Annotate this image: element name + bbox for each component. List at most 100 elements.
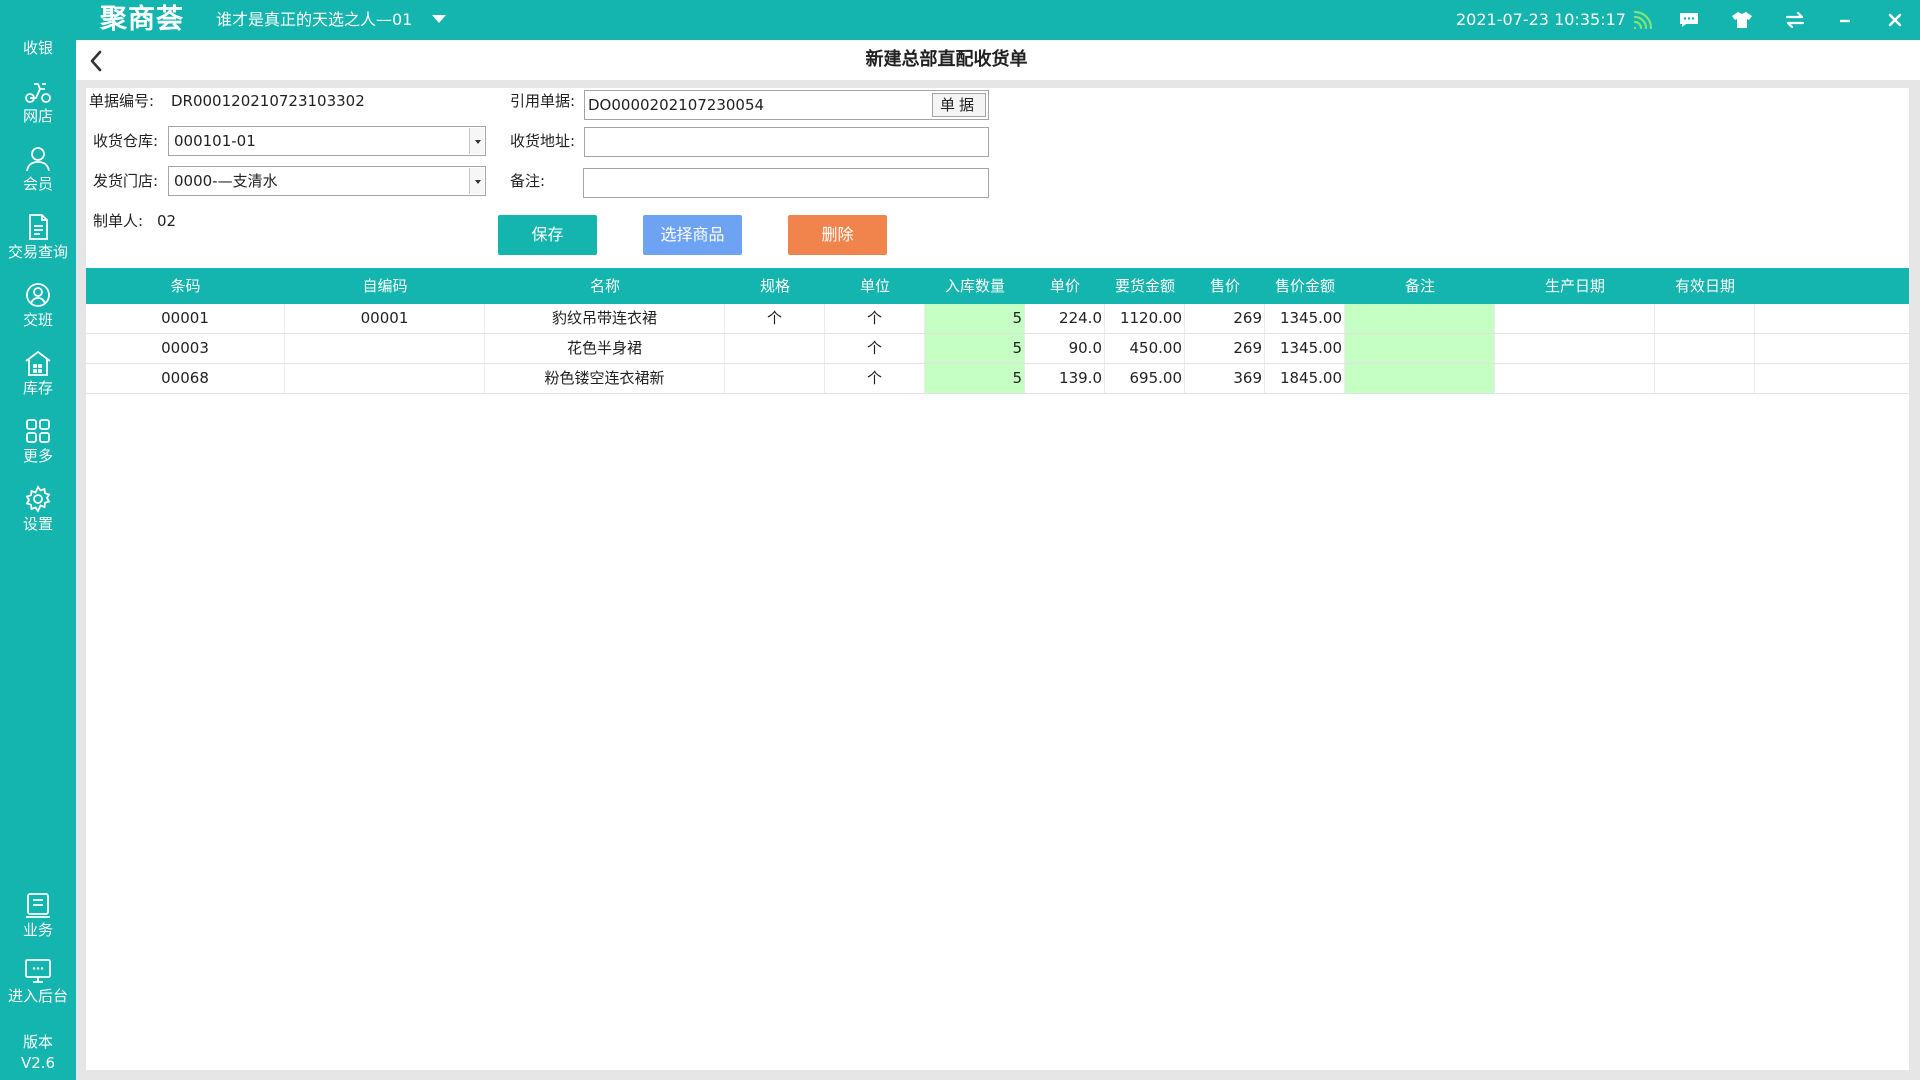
reference-doc-field[interactable]: DO0000202107230054 单据 bbox=[584, 90, 989, 120]
cell-self-code bbox=[285, 364, 485, 393]
ship-store-label: 发货门店: bbox=[93, 172, 159, 190]
minimize-icon[interactable] bbox=[1833, 8, 1857, 32]
table-row[interactable]: 00001 00001 豹纹吊带连衣裙 个 个 5 224.0 1120.00 … bbox=[86, 304, 1909, 334]
sidebar-item-label: 交易查询 bbox=[7, 243, 68, 261]
sidebar-item-label: 更多 bbox=[22, 447, 53, 465]
cell-order-amount: 1120.00 bbox=[1105, 304, 1185, 333]
shirt-icon[interactable] bbox=[1730, 8, 1754, 32]
cell-sale-price: 269 bbox=[1185, 334, 1265, 363]
column-header-quantity: 入库数量 bbox=[944, 277, 1005, 295]
table-header: 条码 自编码 名称 规格 单位 入库数量 单价 要货金额 售价 售价金额 备注 … bbox=[86, 268, 1909, 304]
warehouse-value: 000101-01 bbox=[174, 132, 256, 150]
cell-order-amount: 695.00 bbox=[1105, 364, 1185, 393]
reference-doc-label: 引用单据: bbox=[510, 92, 576, 110]
sidebar-item-business[interactable]: 业务 bbox=[0, 886, 76, 948]
cell-sale-amount: 1845.00 bbox=[1265, 364, 1345, 393]
cell-spec bbox=[725, 334, 825, 363]
sync-icon[interactable] bbox=[1783, 8, 1807, 32]
cell-expiry-date bbox=[1655, 334, 1755, 363]
member-icon bbox=[26, 147, 50, 172]
sidebar-item-online-shop[interactable]: 网店 bbox=[0, 72, 76, 134]
cell-expiry-date bbox=[1655, 364, 1755, 393]
reference-doc-value: DO0000202107230054 bbox=[588, 96, 765, 114]
remark-field[interactable] bbox=[583, 168, 989, 198]
transaction-query-icon bbox=[29, 214, 48, 240]
cell-remark[interactable] bbox=[1345, 334, 1495, 363]
form-panel bbox=[86, 88, 1909, 1070]
sidebar-item-label: 交班 bbox=[22, 311, 53, 329]
column-header-expiry-date: 有效日期 bbox=[1674, 277, 1735, 295]
store-selector-label[interactable]: 谁才是真正的天选之人—01 bbox=[216, 0, 412, 40]
cell-quantity[interactable]: 5 bbox=[925, 304, 1025, 333]
maker-label: 制单人: bbox=[93, 212, 144, 230]
save-button[interactable]: 保存 bbox=[498, 215, 597, 255]
column-header-sale-amount: 售价金额 bbox=[1274, 277, 1335, 295]
column-header-remark: 备注 bbox=[1404, 277, 1435, 295]
page-title: 新建总部直配收货单 bbox=[865, 49, 1028, 70]
column-header-spec: 规格 bbox=[759, 277, 790, 295]
cell-unit: 个 bbox=[825, 304, 925, 333]
chat-icon[interactable] bbox=[1677, 8, 1701, 32]
business-icon bbox=[26, 893, 50, 918]
column-header-unit-price: 单价 bbox=[1049, 277, 1080, 295]
app-logo: 聚商荟 bbox=[100, 4, 184, 35]
sidebar-item-backend[interactable]: 进入后台 bbox=[0, 952, 76, 1014]
cell-production-date bbox=[1495, 334, 1655, 363]
column-header-self-code: 自编码 bbox=[362, 277, 408, 295]
sidebar-item-member[interactable]: 会员 bbox=[0, 140, 76, 202]
column-header-order-amount: 要货金额 bbox=[1114, 277, 1175, 295]
sidebar-item-transaction-query[interactable]: 交易查询 bbox=[0, 208, 76, 270]
version-label: 版本 bbox=[22, 1033, 53, 1051]
cell-sale-amount: 1345.00 bbox=[1265, 304, 1345, 333]
address-label: 收货地址: bbox=[510, 132, 576, 150]
sidebar-item-label: 设置 bbox=[22, 515, 53, 533]
cell-barcode: 00003 bbox=[86, 334, 285, 363]
cell-order-amount: 450.00 bbox=[1105, 334, 1185, 363]
delete-button[interactable]: 删除 bbox=[788, 215, 887, 255]
cell-sale-price: 269 bbox=[1185, 304, 1265, 333]
close-icon[interactable] bbox=[1883, 8, 1907, 32]
column-header-name: 名称 bbox=[589, 277, 620, 295]
column-header-sale-price: 售价 bbox=[1209, 277, 1240, 295]
dropdown-arrow-icon[interactable] bbox=[469, 168, 484, 194]
cell-spec: 个 bbox=[725, 304, 825, 333]
sidebar-item-inventory[interactable]: 库存 bbox=[0, 344, 76, 406]
column-header-barcode: 条码 bbox=[170, 277, 201, 295]
cell-remark[interactable] bbox=[1345, 304, 1495, 333]
cell-production-date bbox=[1495, 364, 1655, 393]
doc-number-value: DR000120210723103302 bbox=[171, 92, 365, 110]
reference-doc-button[interactable]: 单据 bbox=[932, 93, 986, 117]
cell-unit-price: 90.0 bbox=[1025, 334, 1105, 363]
ship-store-value: 0000-—支清水 bbox=[174, 172, 278, 190]
cell-remark[interactable] bbox=[1345, 364, 1495, 393]
table-row[interactable]: 00003 花色半身裙 个 5 90.0 450.00 269 1345.00 bbox=[86, 334, 1909, 364]
sidebar-item-more[interactable]: 更多 bbox=[0, 412, 76, 474]
version-info: 版本 V2.6 bbox=[0, 1032, 76, 1074]
online-shop-icon bbox=[25, 83, 51, 103]
shift-handover-icon bbox=[26, 283, 50, 307]
settings-icon bbox=[25, 485, 51, 513]
cell-unit-price: 139.0 bbox=[1025, 364, 1105, 393]
select-goods-button[interactable]: 选择商品 bbox=[643, 215, 742, 255]
dropdown-arrow-icon[interactable] bbox=[469, 128, 484, 154]
sidebar-item-label: 业务 bbox=[22, 921, 53, 939]
cell-barcode: 00001 bbox=[86, 304, 285, 333]
table-row[interactable]: 00068 粉色镂空连衣裙新 个 5 139.0 695.00 369 1845… bbox=[86, 364, 1909, 394]
sidebar-item-shift-handover[interactable]: 交班 bbox=[0, 276, 76, 338]
warehouse-select[interactable]: 000101-01 bbox=[168, 126, 486, 156]
cell-production-date bbox=[1495, 304, 1655, 333]
wifi-signal-icon bbox=[1630, 8, 1654, 32]
cell-name: 花色半身裙 bbox=[485, 334, 725, 363]
cell-quantity[interactable]: 5 bbox=[925, 334, 1025, 363]
ship-store-select[interactable]: 0000-—支清水 bbox=[168, 166, 486, 196]
sidebar-item-label: 收银 bbox=[22, 39, 53, 57]
cell-quantity[interactable]: 5 bbox=[925, 364, 1025, 393]
doc-number-label: 单据编号: bbox=[89, 92, 155, 110]
cell-self-code: 00001 bbox=[285, 304, 485, 333]
more-icon bbox=[26, 419, 50, 443]
address-field[interactable] bbox=[584, 127, 989, 157]
cell-sale-amount: 1345.00 bbox=[1265, 334, 1345, 363]
chevron-down-icon[interactable] bbox=[432, 15, 446, 23]
sidebar-item-settings[interactable]: 设置 bbox=[0, 480, 76, 542]
sidebar-item-label: 库存 bbox=[22, 379, 53, 397]
